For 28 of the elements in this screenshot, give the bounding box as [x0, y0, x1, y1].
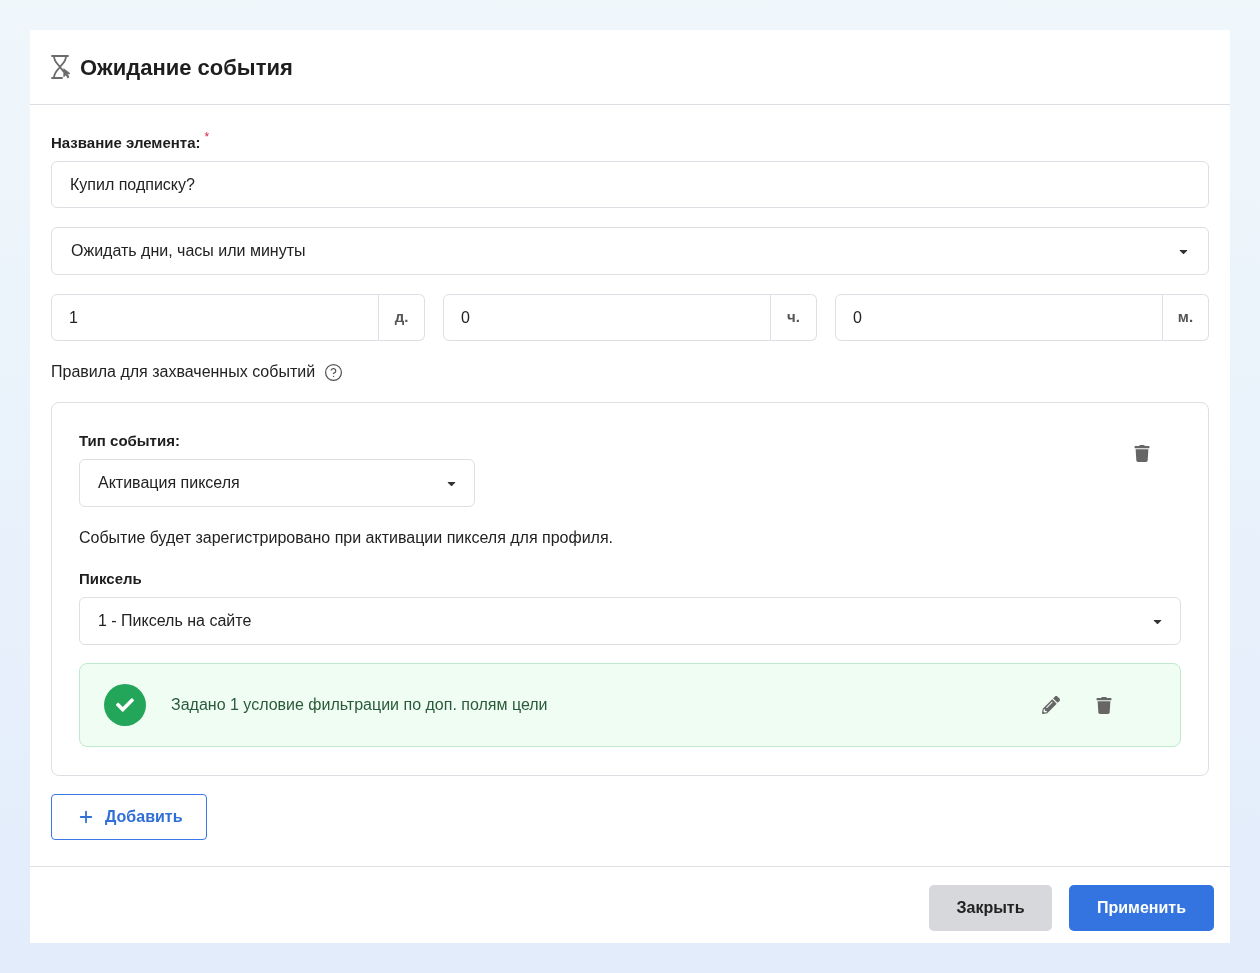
section-label: Правила для захваченных событий [51, 362, 316, 382]
event-description: Событие будет зарегистрировано при активации пикселя для профиля. [79, 528, 615, 548]
plus-icon [77, 808, 95, 826]
name-input[interactable]: Купил подписку? [51, 161, 1209, 208]
apply-button[interactable]: Применить [1069, 885, 1214, 931]
event-type-select[interactable]: Активация пикселя [79, 459, 475, 507]
dialog-title: Ожидание события [80, 53, 293, 82]
duration-input[interactable]: 0 [835, 294, 1163, 341]
duration-input[interactable]: 1 [51, 294, 379, 341]
unit-label: ч. [771, 294, 817, 341]
add-button[interactable]: Добавить [51, 794, 207, 840]
unit-label: д. [379, 294, 425, 341]
filter-text: Задано 1 условие фильтрации по доп. полям цели [171, 695, 549, 715]
field-label: Пиксель [79, 569, 143, 589]
field-label: Название элемента: [51, 133, 201, 153]
unit-label: м. [1163, 294, 1209, 341]
trash-icon[interactable] [1134, 445, 1150, 462]
pixel-select[interactable]: 1 - Пиксель на сайте [79, 597, 1181, 645]
hourglass-icon [50, 54, 72, 80]
wait-mode-select[interactable]: Ожидать дни, часы или минуты [51, 227, 1209, 275]
close-button[interactable]: Закрыть [929, 885, 1052, 931]
field-label: Тип события: [79, 431, 181, 451]
help-icon[interactable] [324, 362, 344, 382]
edit-icon[interactable] [1042, 696, 1060, 714]
trash-icon[interactable] [1096, 696, 1112, 714]
check-icon [104, 684, 146, 726]
required-mark: * [204, 131, 210, 143]
duration-input[interactable]: 0 [443, 294, 771, 341]
